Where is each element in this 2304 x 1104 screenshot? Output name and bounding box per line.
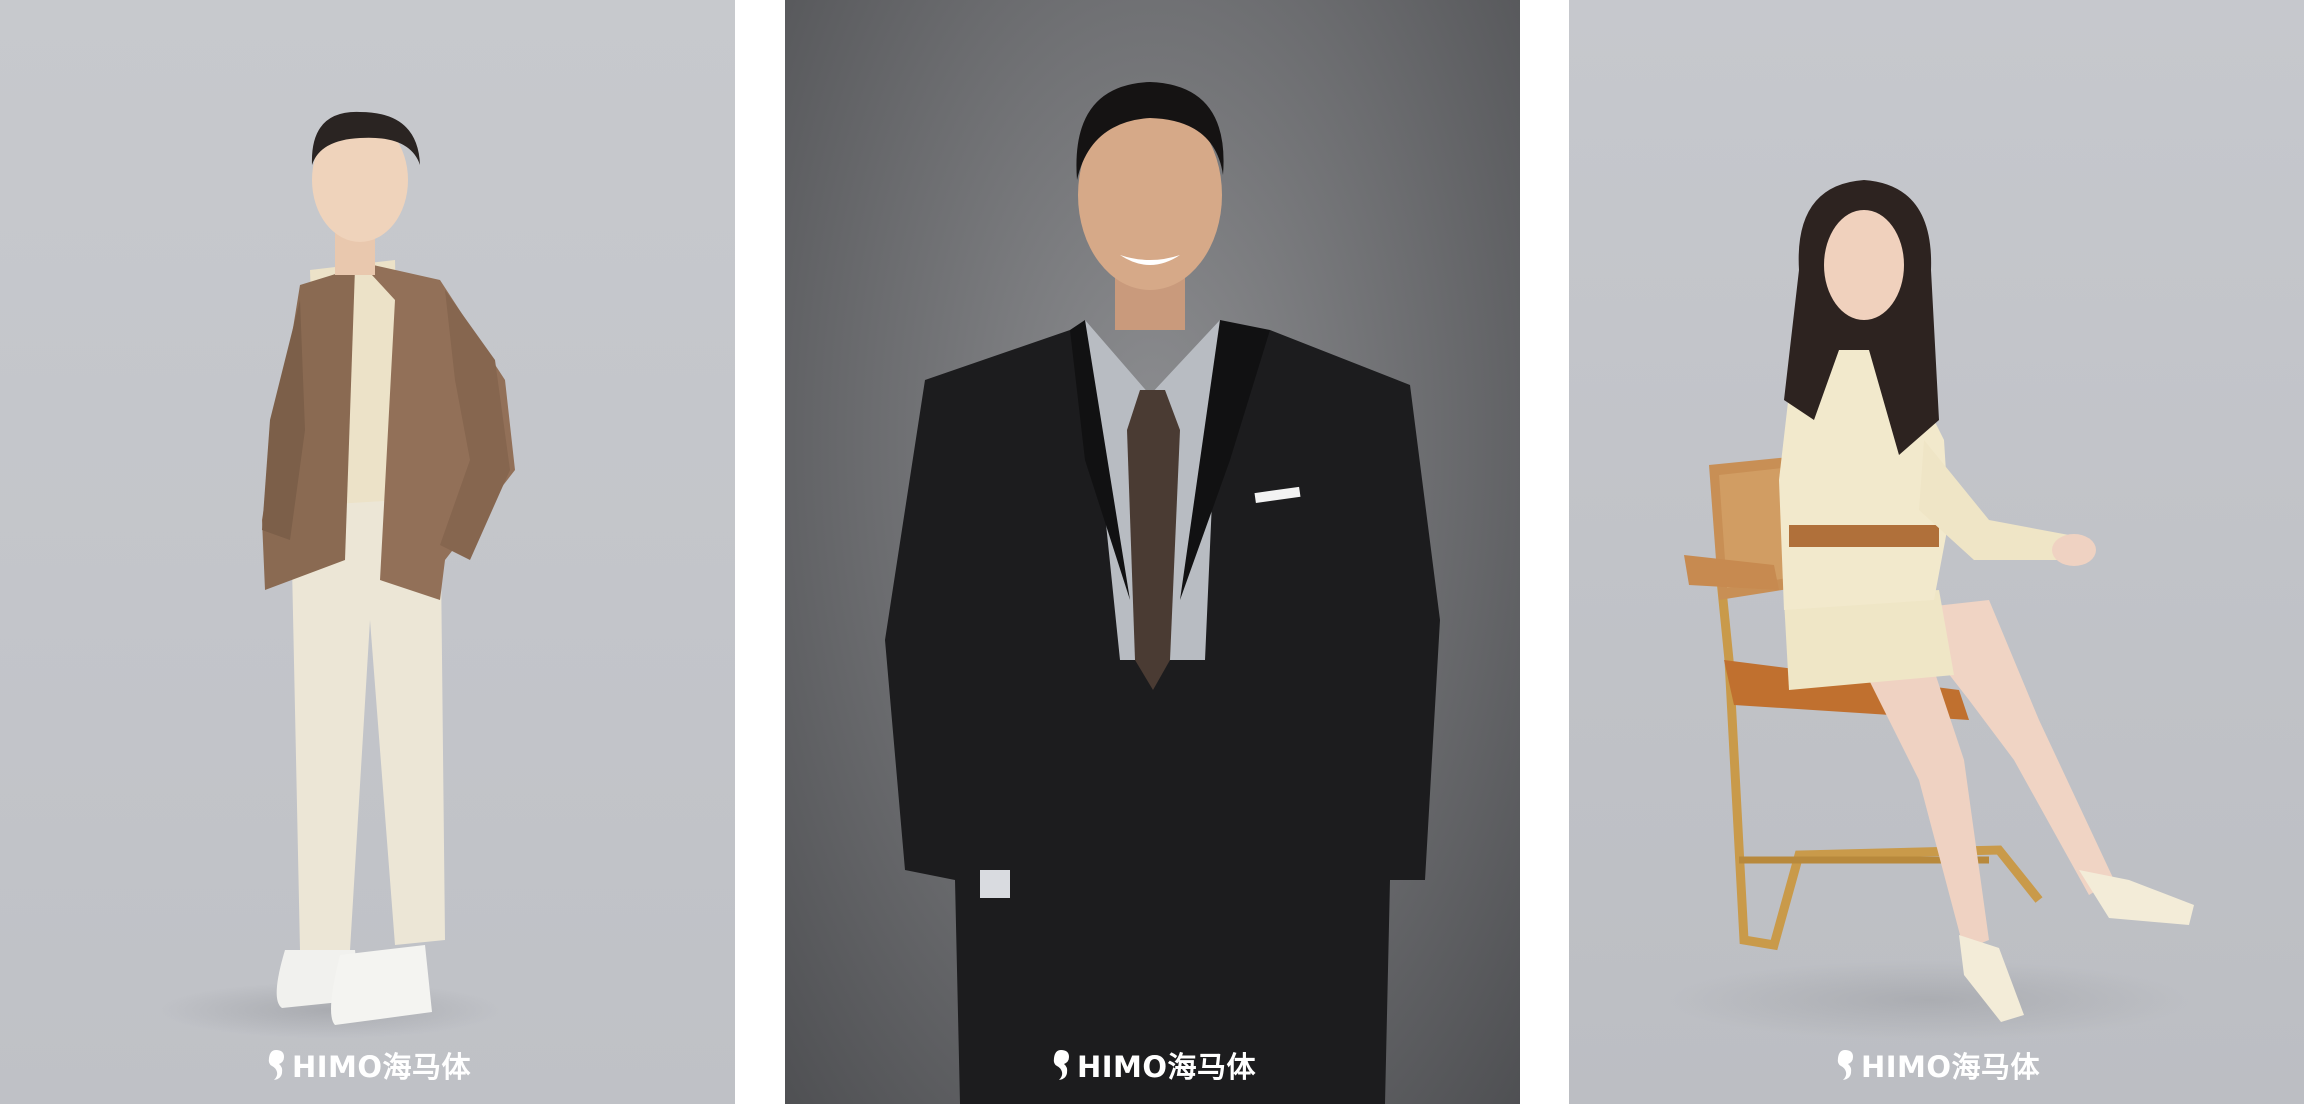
standing-man-photo — [160, 111, 515, 1038]
watermark: HIMO海马体 — [0, 1044, 735, 1086]
seahorse-logo-icon — [1053, 1050, 1069, 1080]
watermark-text: HIMO海马体 — [1076, 1050, 1257, 1084]
seahorse-logo-icon — [268, 1050, 284, 1080]
watermark-text: HIMO海马体 — [1860, 1050, 2041, 1084]
suited-man-photo — [885, 82, 1440, 1104]
portrait-panel-3: HIMO海马体 — [1569, 0, 2304, 1104]
seated-woman-photo — [1669, 180, 2194, 1040]
portrait-panel-1: HIMO海马体 — [0, 0, 735, 1104]
watermark: HIMO海马体 — [785, 1044, 1520, 1086]
watermark-text: HIMO海马体 — [291, 1050, 472, 1084]
seahorse-logo-icon — [1837, 1050, 1853, 1080]
portrait-panel-2: HIMO海马体 — [785, 0, 1520, 1104]
watermark: HIMO海马体 — [1569, 1044, 2304, 1086]
